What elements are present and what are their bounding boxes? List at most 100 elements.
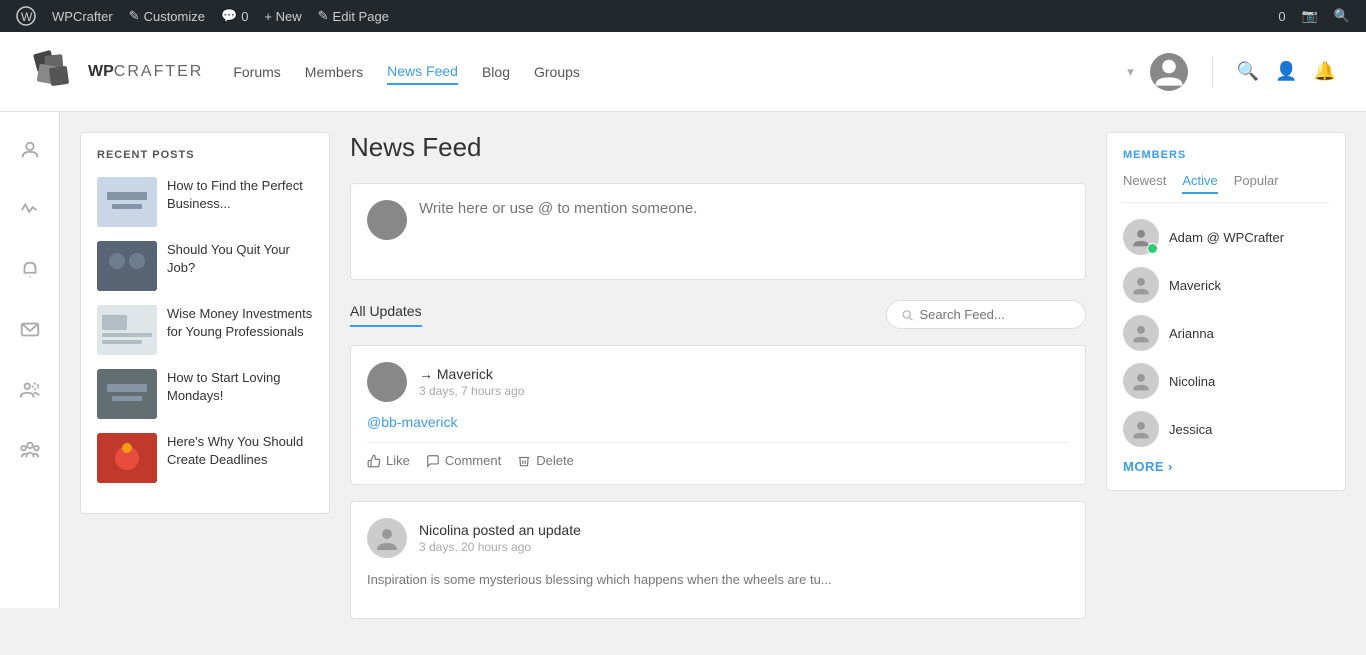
- member-avatar-arianna[interactable]: [1123, 315, 1159, 351]
- admin-bar-edit-label: Edit Page: [333, 9, 389, 24]
- member-name-jessica[interactable]: Jessica: [1169, 422, 1212, 437]
- member-name-maverick[interactable]: Maverick: [1169, 278, 1221, 293]
- activity-actions-maverick: Like Comment Delete: [367, 442, 1069, 468]
- activity-time-maverick: 3 days, 7 hours ago: [419, 384, 1069, 398]
- admin-bar: W WPCrafter ✎ Customize 💬 0 + New ✎ Edit…: [0, 0, 1366, 32]
- members-title: MEMBERS: [1123, 149, 1329, 161]
- member-name-adam[interactable]: Adam @ WPCrafter: [1169, 230, 1284, 245]
- admin-bar-edit-page[interactable]: ✎ Edit Page: [310, 0, 397, 32]
- more-members-link[interactable]: MORE ›: [1123, 459, 1329, 474]
- recent-posts-panel: RECENT POSTS How to Find the Perfect Bus…: [80, 132, 330, 514]
- post-title-5[interactable]: Here's Why You Should Create Deadlines: [167, 433, 313, 469]
- edit-icon: ✎: [318, 8, 329, 24]
- post-title-4[interactable]: How to Start Loving Mondays!: [167, 369, 313, 405]
- activity-header-maverick: → Maverick 3 days, 7 hours ago: [367, 362, 1069, 402]
- member-avatar-adam[interactable]: [1123, 219, 1159, 255]
- post-title-3[interactable]: Wise Money Investments for Young Profess…: [167, 305, 313, 341]
- updates-row: All Updates: [350, 300, 1086, 329]
- activity-content-nicolina: Inspiration is some mysterious blessing …: [367, 570, 1069, 590]
- member-avatar-jessica[interactable]: [1123, 411, 1159, 447]
- all-updates-tab[interactable]: All Updates: [350, 303, 422, 327]
- members-tab-popular[interactable]: Popular: [1234, 173, 1279, 194]
- nav-blog[interactable]: Blog: [482, 60, 510, 84]
- admin-bar-counter[interactable]: 0: [1270, 0, 1293, 32]
- member-item-arianna: Arianna: [1123, 315, 1329, 351]
- list-item: Should You Quit Your Job?: [97, 241, 313, 291]
- post-input[interactable]: [419, 200, 1069, 260]
- activity-link-maverick[interactable]: @bb-maverick: [367, 414, 457, 430]
- activity-action-maverick: → Maverick: [419, 366, 1069, 382]
- post-thumbnail-3: [97, 305, 157, 355]
- admin-bar-wp-logo[interactable]: W: [8, 0, 44, 32]
- admin-bar-wpcrafter-label: WPCrafter: [52, 9, 113, 24]
- nav-members[interactable]: Members: [305, 60, 363, 84]
- post-title-2[interactable]: Should You Quit Your Job?: [167, 241, 313, 277]
- member-item-jessica: Jessica: [1123, 411, 1329, 447]
- sidebar-icon-user[interactable]: [12, 132, 48, 168]
- svg-text:W: W: [21, 10, 33, 24]
- admin-bar-photo[interactable]: 📷: [1294, 0, 1326, 32]
- member-name-nicolina[interactable]: Nicolina: [1169, 374, 1215, 389]
- list-item: How to Find the Perfect Business...: [97, 177, 313, 227]
- nav-forums[interactable]: Forums: [233, 60, 280, 84]
- activity-meta-maverick: → Maverick 3 days, 7 hours ago: [419, 366, 1069, 398]
- page-wrapper: RECENT POSTS How to Find the Perfect Bus…: [60, 112, 1366, 655]
- member-item-adam: Adam @ WPCrafter: [1123, 219, 1329, 255]
- sidebar-icon-friends[interactable]: [12, 372, 48, 408]
- feed-title: News Feed: [350, 132, 1086, 163]
- search-feed-input[interactable]: [919, 307, 1071, 322]
- header-avatar[interactable]: [1150, 53, 1188, 91]
- nav-news-feed[interactable]: News Feed: [387, 59, 458, 85]
- comment-icon: [426, 454, 440, 468]
- sidebar-icon-bell[interactable]: [12, 252, 48, 288]
- site-logo[interactable]: WPCRAFTER: [30, 47, 203, 97]
- delete-button[interactable]: Delete: [517, 453, 574, 468]
- main-nav: Forums Members News Feed Blog Groups: [233, 59, 580, 85]
- header-divider: [1212, 57, 1213, 87]
- admin-bar-counter-value: 0: [1278, 9, 1285, 24]
- post-thumbnail-1: [97, 177, 157, 227]
- sidebar-icon-activity[interactable]: [12, 192, 48, 228]
- activity-content-maverick: @bb-maverick: [367, 414, 1069, 430]
- activity-post-maverick: → Maverick 3 days, 7 hours ago @bb-maver…: [350, 345, 1086, 485]
- main-feed: News Feed All Updates: [350, 132, 1086, 635]
- profile-icon[interactable]: 👤: [1275, 61, 1297, 82]
- sidebar-icon-groups[interactable]: [12, 432, 48, 468]
- post-input-area[interactable]: [419, 200, 1069, 263]
- list-item: Here's Why You Should Create Deadlines: [97, 433, 313, 483]
- header-right: ▾ 🔍 👤 🔔: [1127, 53, 1336, 91]
- admin-bar-new-label: + New: [264, 9, 301, 24]
- sidebar-icon-message[interactable]: [12, 312, 48, 348]
- bell-icon[interactable]: 🔔: [1314, 61, 1336, 82]
- comment-button[interactable]: Comment: [426, 453, 501, 468]
- member-name-arianna[interactable]: Arianna: [1169, 326, 1214, 341]
- member-avatar-nicolina[interactable]: [1123, 363, 1159, 399]
- admin-bar-new[interactable]: + New: [256, 0, 309, 32]
- activity-action-nicolina: Nicolina posted an update: [419, 522, 1069, 538]
- header-dropdown-trigger[interactable]: ▾: [1127, 64, 1134, 80]
- chevron-right-icon: ›: [1168, 459, 1173, 474]
- member-avatar-maverick[interactable]: [1123, 267, 1159, 303]
- customize-icon: ✎: [129, 8, 140, 24]
- members-panel: MEMBERS Newest Active Popular Adam @ WPC…: [1106, 132, 1346, 491]
- search-feed-box[interactable]: [886, 300, 1086, 329]
- post-title-1[interactable]: How to Find the Perfect Business...: [167, 177, 313, 213]
- admin-bar-search[interactable]: 🔍: [1326, 0, 1358, 32]
- nav-groups[interactable]: Groups: [534, 60, 580, 84]
- comment-icon: 💬: [221, 8, 237, 24]
- search-icon[interactable]: 🔍: [1237, 61, 1259, 82]
- activity-avatar-nicolina: [367, 518, 407, 558]
- admin-bar-comment-count: 0: [241, 9, 248, 24]
- activity-meta-nicolina: Nicolina posted an update 3 days, 20 hou…: [419, 522, 1069, 554]
- like-button[interactable]: Like: [367, 453, 410, 468]
- activity-post-nicolina: Nicolina posted an update 3 days, 20 hou…: [350, 501, 1086, 619]
- members-tab-newest[interactable]: Newest: [1123, 173, 1166, 194]
- recent-posts-title: RECENT POSTS: [97, 149, 313, 161]
- post-thumbnail-4: [97, 369, 157, 419]
- members-tab-active[interactable]: Active: [1182, 173, 1217, 194]
- logo-text: WPCRAFTER: [88, 63, 203, 81]
- admin-bar-wpcrafter[interactable]: WPCrafter: [44, 0, 121, 32]
- admin-bar-customize[interactable]: ✎ Customize: [121, 0, 213, 32]
- admin-bar-comments[interactable]: 💬 0: [213, 0, 256, 32]
- like-icon: [367, 454, 381, 468]
